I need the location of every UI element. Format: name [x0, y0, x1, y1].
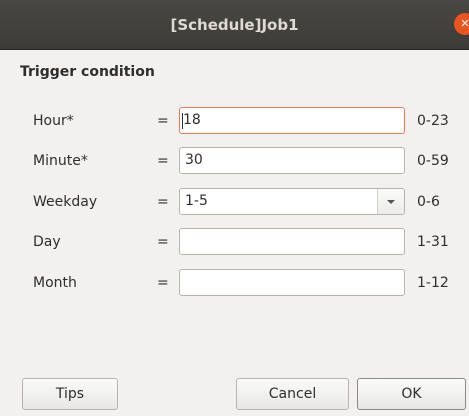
schedule-dialog: [Schedule]Job1 ✕ Trigger condition Hour*… [0, 0, 469, 416]
close-icon: ✕ [460, 17, 469, 30]
weekday-dropdown-button[interactable] [377, 189, 404, 214]
hour-input[interactable]: 18 [179, 107, 405, 134]
ok-button[interactable]: OK [357, 378, 466, 410]
tips-button[interactable]: Tips [22, 378, 118, 410]
minute-equals: = [157, 153, 169, 169]
minute-input[interactable]: 30 [179, 147, 405, 174]
minute-label: Minute* [33, 153, 88, 169]
hour-label: Hour* [33, 113, 74, 129]
title-bar[interactable]: [Schedule]Job1 ✕ [0, 0, 469, 50]
window-title: [Schedule]Job1 [170, 16, 299, 34]
month-label: Month [33, 275, 77, 291]
day-input[interactable] [179, 228, 405, 255]
day-equals: = [157, 234, 169, 250]
weekday-combobox[interactable]: 1-5 [179, 188, 405, 215]
weekday-equals: = [157, 194, 169, 210]
month-input[interactable] [179, 269, 405, 296]
day-range: 1-31 [417, 234, 449, 250]
minute-value: 30 [185, 152, 203, 168]
weekday-label: Weekday [33, 194, 98, 210]
chevron-down-icon [387, 200, 395, 204]
minute-range: 0-59 [417, 153, 449, 169]
month-equals: = [157, 275, 169, 291]
close-button[interactable]: ✕ [454, 13, 469, 35]
month-range: 1-12 [417, 275, 449, 291]
section-heading: Trigger condition [20, 64, 155, 80]
hour-value: 18 [183, 112, 201, 128]
hour-range: 0-23 [417, 113, 449, 129]
day-label: Day [33, 234, 61, 250]
weekday-range: 0-6 [417, 194, 440, 210]
cancel-button[interactable]: Cancel [236, 378, 349, 410]
weekday-value: 1-5 [185, 193, 208, 209]
hour-equals: = [157, 113, 169, 129]
